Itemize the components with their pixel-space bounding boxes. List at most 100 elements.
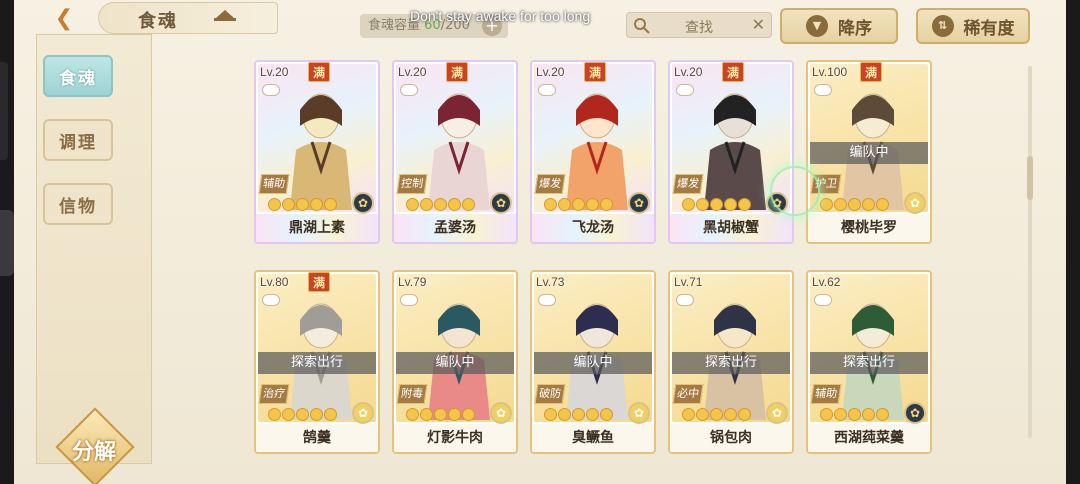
role-tag: 破防 — [534, 384, 566, 404]
card-name: 鹄羹 — [256, 424, 378, 452]
sidebar-item-seasoning[interactable]: 调理 — [43, 119, 113, 161]
food-soul-card[interactable]: Lv.79 编队中 附毒 ✿ 灯影牛肉 — [392, 270, 518, 454]
page-title: 食魂 — [138, 11, 178, 32]
star-icon — [724, 408, 737, 421]
role-tag: 必中 — [672, 384, 704, 404]
star-icon — [586, 408, 599, 421]
star-icon — [600, 198, 613, 211]
star-icon — [310, 408, 323, 421]
decompose-button[interactable]: 分解 — [51, 407, 137, 484]
scrollbar-thumb[interactable] — [1027, 156, 1033, 200]
role-tag: 附毒 — [396, 384, 428, 404]
max-level-badge: 满 — [308, 62, 330, 82]
sort-order-button[interactable]: ▼ 降序 — [780, 8, 898, 44]
status-badge: 探索出行 — [258, 352, 376, 374]
star-icon — [282, 408, 295, 421]
star-rating — [682, 198, 751, 211]
star-rating — [682, 408, 751, 421]
character-portrait — [290, 93, 352, 210]
max-level-badge: 满 — [860, 62, 882, 82]
back-button[interactable]: ❮ — [42, 4, 86, 32]
card-level: Lv.20 — [536, 65, 565, 79]
star-icon — [448, 198, 461, 211]
chat-bubble-icon — [262, 84, 280, 96]
star-icon — [544, 408, 557, 421]
role-tag: 辅助 — [258, 174, 290, 194]
card-level: Lv.80 — [260, 275, 289, 289]
star-icon — [834, 408, 847, 421]
card-name: 臭鳜鱼 — [532, 424, 654, 452]
star-icon — [448, 408, 461, 421]
star-icon — [544, 198, 557, 211]
scrollbar-track[interactable] — [1028, 66, 1032, 438]
chat-bubble-icon — [814, 294, 832, 306]
food-soul-card[interactable]: Lv.62 探索出行 辅助 ✿ 西湖莼菜羹 — [806, 270, 932, 454]
max-level-badge: 满 — [722, 62, 744, 82]
star-icon — [296, 408, 309, 421]
food-soul-card[interactable]: Lv.20 满 爆发 ✿ 黑胡椒蟹 — [668, 60, 794, 244]
max-level-badge: 满 — [446, 62, 468, 82]
chat-bubble-icon — [676, 294, 694, 306]
sort-arrows-icon: ⇅ — [931, 15, 954, 37]
card-level: Lv.100 — [812, 65, 848, 79]
sidebar-item-label: 信物 — [59, 196, 97, 217]
device-edge — [0, 62, 8, 160]
sort-order-label: 降序 — [838, 18, 872, 39]
chat-bubble-icon — [538, 84, 556, 96]
food-soul-card[interactable]: Lv.71 探索出行 必中 ✿ 锅包肉 — [668, 270, 794, 454]
food-soul-card[interactable]: Lv.100 满 编队中 护卫 ✿ 樱桃毕罗 — [806, 60, 932, 244]
star-icon — [268, 198, 281, 211]
card-name: 飞龙汤 — [572, 220, 614, 236]
card-level: Lv.20 — [674, 65, 703, 79]
title-tab — [98, 2, 278, 34]
star-rating — [406, 198, 475, 211]
card-name: 孟婆汤 — [434, 220, 476, 236]
star-icon — [420, 198, 433, 211]
star-icon — [406, 408, 419, 421]
flower-element-icon: ✿ — [490, 402, 512, 424]
star-icon — [420, 408, 433, 421]
food-soul-card[interactable]: Lv.73 编队中 破防 ✿ 臭鳜鱼 — [530, 270, 656, 454]
star-icon — [696, 408, 709, 421]
card-level: Lv.20 — [398, 65, 427, 79]
card-name: 鼎湖上素 — [289, 220, 345, 236]
food-soul-card[interactable]: Lv.20 满 辅助 ✿ 鼎湖上素 — [254, 60, 380, 244]
card-level: Lv.20 — [260, 65, 289, 79]
star-icon — [710, 408, 723, 421]
status-badge: 编队中 — [534, 352, 652, 374]
star-icon — [572, 408, 585, 421]
card-name: 樱桃毕罗 — [808, 214, 930, 242]
flower-element-icon: ✿ — [766, 402, 788, 424]
star-icon — [834, 198, 847, 211]
search-field[interactable]: 查找 ✕ — [626, 12, 772, 38]
sort-rarity-button[interactable]: ⇅ 稀有度 — [916, 8, 1030, 44]
chat-bubble-icon — [262, 294, 280, 306]
food-soul-card[interactable]: Lv.20 满 爆发 ✿ 飞龙汤 — [530, 60, 656, 244]
device-side-handle — [0, 210, 14, 276]
flower-element-icon: ✿ — [628, 402, 650, 424]
star-icon — [682, 408, 695, 421]
sidebar-item-label: 食魂 — [59, 68, 97, 89]
sidebar-item-food-soul[interactable]: 食魂 — [43, 55, 113, 97]
status-badge: 编队中 — [396, 352, 514, 374]
role-tag: 控制 — [396, 174, 428, 194]
max-level-badge: 满 — [584, 62, 606, 82]
food-soul-card[interactable]: Lv.20 满 控制 ✿ 孟婆汤 — [392, 60, 518, 244]
close-icon[interactable]: ✕ — [752, 15, 765, 34]
card-name: 锅包肉 — [670, 424, 792, 452]
card-name: 西湖莼菜羹 — [808, 424, 930, 452]
star-icon — [710, 198, 723, 211]
star-icon — [324, 198, 337, 211]
food-soul-screen: ❮ 食魂 食魂容量 60/200 + Don't stay awake for … — [14, 0, 1066, 484]
star-icon — [738, 408, 751, 421]
role-tag: 爆发 — [534, 174, 566, 194]
star-rating — [820, 198, 889, 211]
chevron-left-icon: ❮ — [54, 5, 74, 31]
flower-element-icon: ✿ — [352, 192, 374, 214]
selection-glow — [770, 166, 820, 216]
character-portrait — [428, 93, 490, 210]
star-icon — [876, 198, 889, 211]
food-soul-card[interactable]: Lv.80 满 探索出行 治疗 ✿ 鹄羹 — [254, 270, 380, 454]
sidebar-item-tokens[interactable]: 信物 — [43, 183, 113, 225]
star-icon — [268, 408, 281, 421]
